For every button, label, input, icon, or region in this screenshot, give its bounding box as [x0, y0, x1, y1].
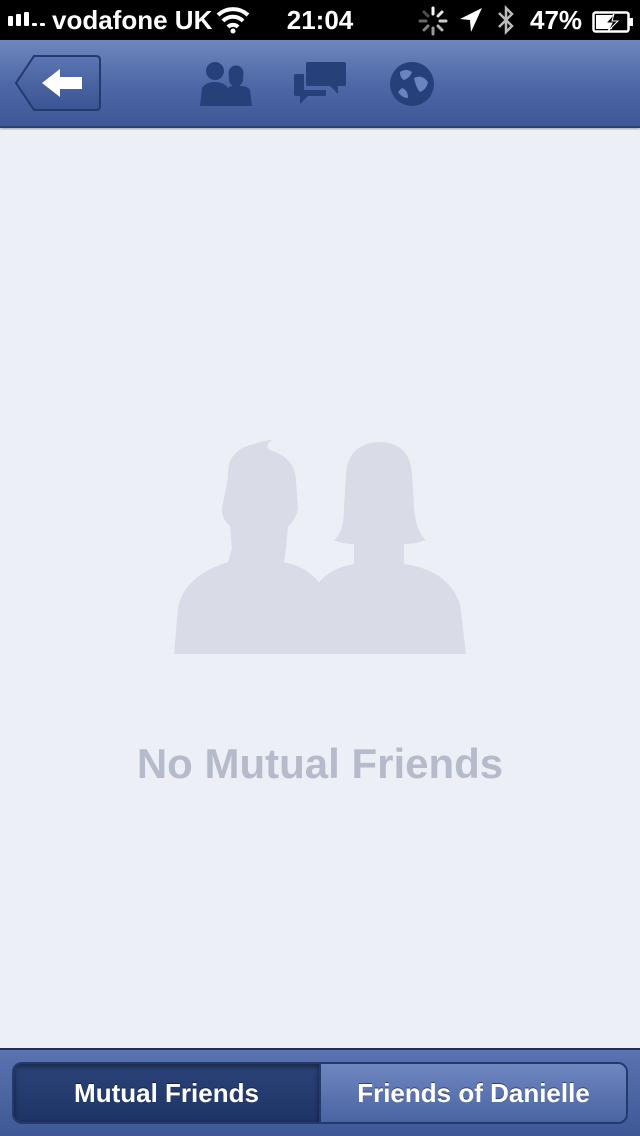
- two-people-silhouette-icon: [172, 438, 468, 654]
- back-button[interactable]: [14, 54, 102, 112]
- notifications-globe-icon[interactable]: [386, 58, 442, 110]
- messages-icon[interactable]: [292, 58, 348, 110]
- segment-mutual-friends[interactable]: Mutual Friends: [14, 1064, 319, 1122]
- empty-state-title: No Mutual Friends: [136, 740, 504, 787]
- friends-segmented-control: Mutual Friends Friends of Danielle: [12, 1062, 628, 1124]
- bluetooth-icon: [496, 4, 516, 43]
- status-bar: vodafone UK 21:04 47%: [0, 0, 640, 40]
- navigation-bar: [0, 40, 640, 128]
- battery-percent: 47%: [530, 5, 583, 35]
- segment-friends-of-danielle[interactable]: Friends of Danielle: [319, 1064, 626, 1122]
- location-arrow-icon: [458, 6, 484, 41]
- battery-charging-icon: [592, 9, 634, 40]
- mutual-friends-content: No Mutual Friends: [0, 130, 640, 1048]
- activity-spinner-icon: [418, 6, 448, 43]
- bottom-toolbar: Mutual Friends Friends of Danielle: [0, 1048, 640, 1136]
- segment-label: Mutual Friends: [74, 1077, 259, 1108]
- segment-label: Friends of Danielle: [357, 1077, 590, 1108]
- back-arrow-icon: [14, 55, 101, 111]
- friend-requests-icon[interactable]: [198, 58, 254, 110]
